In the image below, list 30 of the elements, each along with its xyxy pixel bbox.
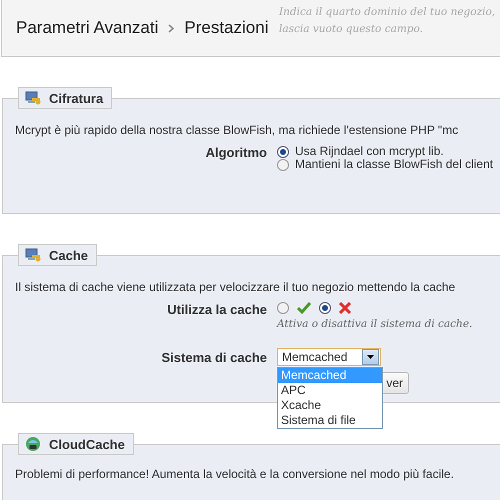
check-icon — [297, 302, 311, 314]
section-description: Mcrypt è più rapido della nostra classe BlowFish, ma richiede l'estensione PHP "mc — [15, 123, 460, 137]
section-description: Problemi di performance! Aumenta la velocità e la conversione nel modo più facile. — [15, 467, 455, 481]
radio-button[interactable] — [277, 158, 289, 170]
field-label: Utilizza la cache — [166, 302, 268, 319]
faded-hint: Indica il quarto dominio del tuo negozio, — [279, 5, 496, 20]
section-title: CloudCache — [49, 436, 125, 452]
cache-select[interactable]: Memcached — [277, 348, 381, 366]
breadcrumb-item[interactable]: Parametri Avanzati — [16, 18, 158, 38]
faded-hint: lascia vuoto questo campo. — [279, 22, 424, 37]
radio-button[interactable] — [277, 146, 289, 158]
field-label: Algoritmo — [204, 145, 268, 162]
dropdown-option[interactable]: Xcache — [278, 398, 382, 413]
dropdown-option[interactable]: Sistema di file — [278, 413, 382, 428]
computer-key-icon — [25, 247, 41, 263]
cloud-globe-icon — [25, 436, 41, 452]
cross-icon — [339, 302, 351, 314]
section-description: Il sistema di cache viene utilizzata per velocizzare il tuo negozio mettendo la cache — [15, 280, 456, 294]
radio-button[interactable] — [319, 302, 331, 314]
computer-key-icon — [25, 90, 41, 106]
dropdown-option[interactable]: APC — [278, 383, 382, 398]
section-title: Cifratura — [49, 90, 104, 106]
breadcrumb-item[interactable]: Prestazioni — [184, 18, 268, 38]
field-hint: Attiva o disattiva il sistema di cache. — [277, 318, 472, 330]
field-label: Sistema di cache — [160, 350, 268, 364]
radio-label: Usa Rijndael con mcrypt lib. — [295, 145, 444, 158]
radio-label: Mantieni la classe BlowFish del client — [295, 158, 494, 171]
chevron-icon — [168, 24, 174, 32]
radio-button[interactable] — [277, 302, 289, 314]
section-title: Cache — [49, 248, 88, 262]
